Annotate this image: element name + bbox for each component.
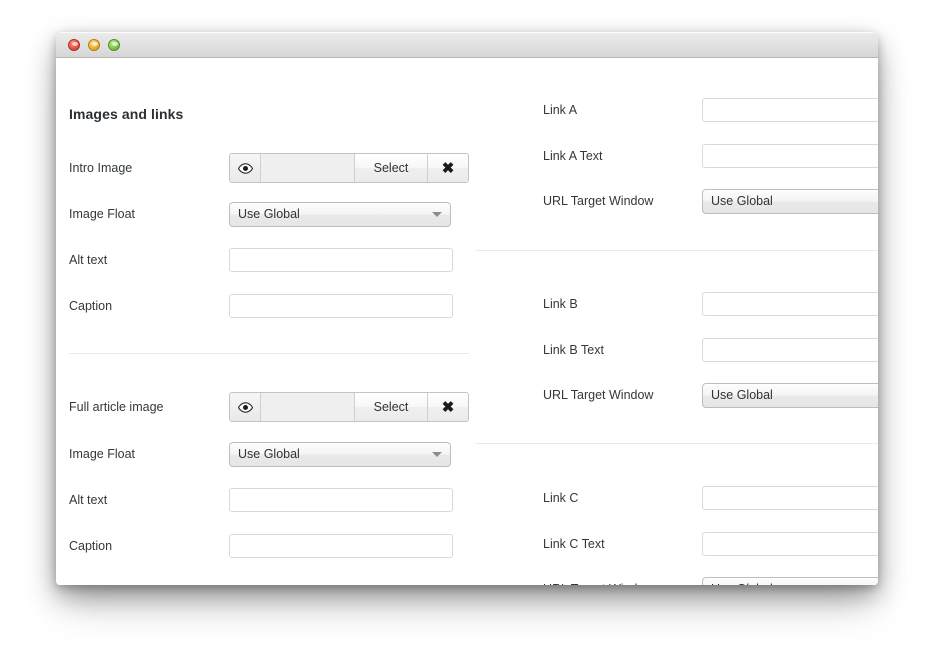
full-caption-input[interactable] <box>229 534 453 558</box>
application-window: Images and links Intro Image Select ✖ <box>56 32 878 585</box>
intro-image-float-select[interactable]: Use Global <box>229 202 451 227</box>
link-a-target-window-value: Use Global <box>711 194 878 208</box>
full-image-float-select[interactable]: Use Global <box>229 442 451 467</box>
field-label-link-c-text: Link C Text <box>543 537 702 551</box>
link-a-input[interactable] <box>702 98 878 122</box>
field-label-full-alt-text: Alt text <box>69 493 229 507</box>
field-label-link-b-target-window: URL Target Window <box>543 388 702 402</box>
field-label-full-caption: Caption <box>69 539 229 553</box>
eye-icon[interactable] <box>230 154 261 182</box>
link-b-text-input[interactable] <box>702 338 878 362</box>
field-intro-image-float: Image Float Use Global <box>69 199 451 229</box>
window-minimize-button[interactable] <box>88 39 100 51</box>
intro-alt-text-input[interactable] <box>229 248 453 272</box>
full-image-float-value: Use Global <box>238 447 426 461</box>
field-intro-alt-text: Alt text <box>69 245 453 275</box>
field-link-b: Link B <box>543 289 878 319</box>
window-maximize-button[interactable] <box>108 39 120 51</box>
full-article-image-path-input[interactable] <box>261 393 355 421</box>
window-close-button[interactable] <box>68 39 80 51</box>
link-c-text-input[interactable] <box>702 532 878 556</box>
link-a-target-window-select[interactable]: Use Global <box>702 189 878 214</box>
section-divider <box>476 250 878 251</box>
clear-icon[interactable]: ✖ <box>428 154 468 182</box>
field-link-c: Link C <box>543 483 878 513</box>
full-article-image-select-button[interactable]: Select <box>355 393 428 421</box>
field-link-c-target-window: URL Target Window Use Global <box>543 574 878 585</box>
clear-icon[interactable]: ✖ <box>428 393 468 421</box>
field-label-full-article-image: Full article image <box>69 400 229 414</box>
chevron-down-icon <box>432 452 442 457</box>
eye-icon[interactable] <box>230 393 261 421</box>
field-full-article-image: Full article image Select ✖ <box>69 392 469 422</box>
field-label-intro-image-float: Image Float <box>69 207 229 221</box>
field-link-a-target-window: URL Target Window Use Global <box>543 186 878 216</box>
link-b-target-window-select[interactable]: Use Global <box>702 383 878 408</box>
field-link-b-text: Link B Text <box>543 335 878 365</box>
intro-image-picker[interactable]: Select ✖ <box>229 153 469 183</box>
field-label-link-a-text: Link A Text <box>543 149 702 163</box>
field-label-link-a-target-window: URL Target Window <box>543 194 702 208</box>
field-link-a-text: Link A Text <box>543 141 878 171</box>
field-label-link-c-target-window: URL Target Window <box>543 582 702 585</box>
intro-caption-input[interactable] <box>229 294 453 318</box>
titlebar-highlight <box>56 32 878 33</box>
field-link-c-text: Link C Text <box>543 529 878 559</box>
full-alt-text-input[interactable] <box>229 488 453 512</box>
field-label-intro-image: Intro Image <box>69 161 229 175</box>
section-divider <box>476 443 878 444</box>
intro-image-float-value: Use Global <box>238 207 426 221</box>
field-label-full-image-float: Image Float <box>69 447 229 461</box>
link-c-target-window-value: Use Global <box>711 582 878 585</box>
link-a-text-input[interactable] <box>702 144 878 168</box>
intro-image-path-input[interactable] <box>261 154 355 182</box>
full-article-image-picker[interactable]: Select ✖ <box>229 392 469 422</box>
intro-image-clear-glyph: ✖ <box>442 161 455 176</box>
chevron-down-icon <box>432 212 442 217</box>
field-label-intro-alt-text: Alt text <box>69 253 229 267</box>
field-label-intro-caption: Caption <box>69 299 229 313</box>
link-b-target-window-value: Use Global <box>711 388 878 402</box>
link-b-input[interactable] <box>702 292 878 316</box>
field-label-link-a: Link A <box>543 103 702 117</box>
field-link-b-target-window: URL Target Window Use Global <box>543 380 878 410</box>
section-divider <box>69 353 469 354</box>
link-c-target-window-select[interactable]: Use Global <box>702 577 878 586</box>
field-label-link-b-text: Link B Text <box>543 343 702 357</box>
field-full-image-float: Image Float Use Global <box>69 439 451 469</box>
field-intro-image: Intro Image Select ✖ <box>69 153 469 183</box>
window-content: Images and links Intro Image Select ✖ <box>56 58 878 585</box>
link-c-input[interactable] <box>702 486 878 510</box>
field-link-a: Link A <box>543 95 878 125</box>
intro-image-select-button[interactable]: Select <box>355 154 428 182</box>
field-label-link-c: Link C <box>543 491 702 505</box>
field-intro-caption: Caption <box>69 291 453 321</box>
page-title: Images and links <box>69 106 183 122</box>
field-label-link-b: Link B <box>543 297 702 311</box>
field-full-alt-text: Alt text <box>69 485 453 515</box>
full-article-image-clear-glyph: ✖ <box>442 400 455 415</box>
window-titlebar[interactable] <box>56 32 878 58</box>
field-full-caption: Caption <box>69 531 453 561</box>
